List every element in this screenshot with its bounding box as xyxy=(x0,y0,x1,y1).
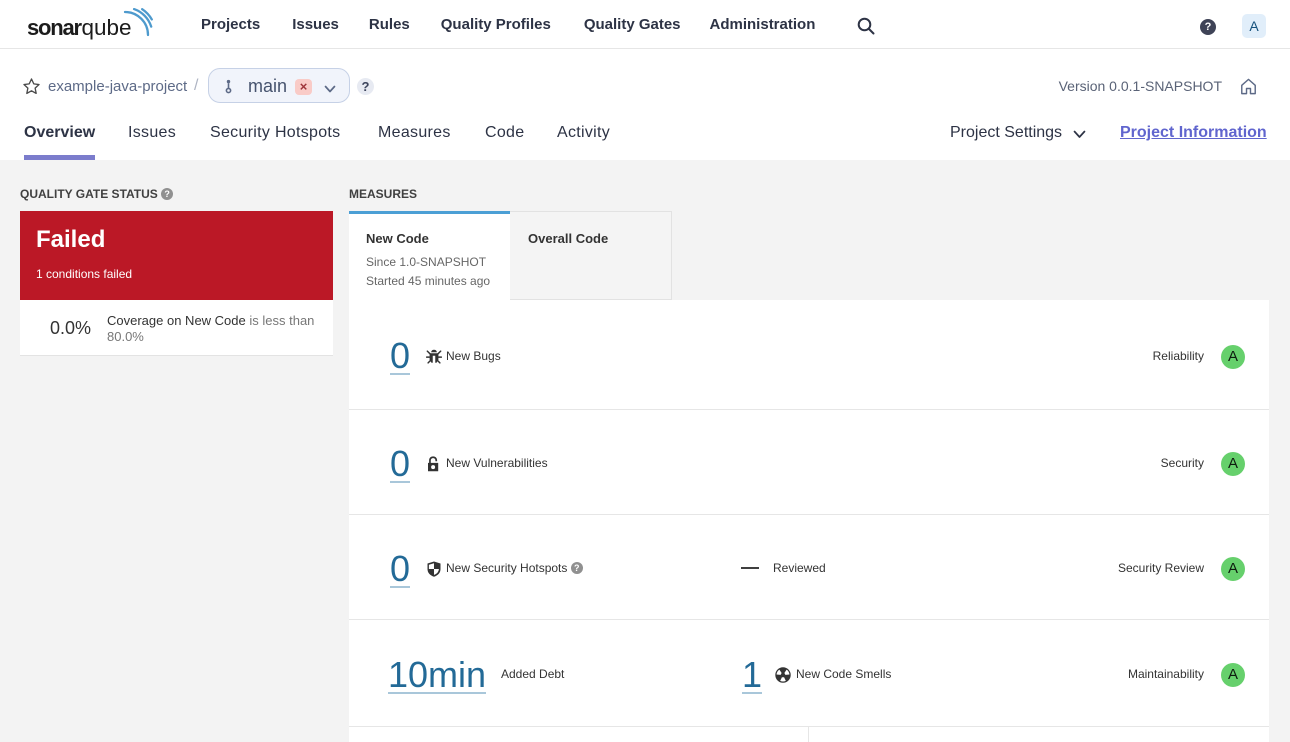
svg-text:sonar: sonar xyxy=(28,15,83,40)
svg-text:qube: qube xyxy=(82,15,132,40)
